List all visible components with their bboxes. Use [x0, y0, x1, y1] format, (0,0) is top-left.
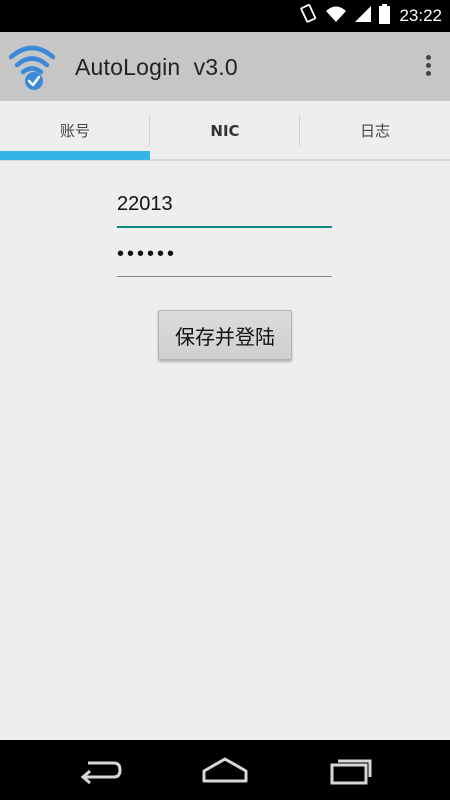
recents-icon[interactable]	[326, 753, 376, 787]
save-and-login-button[interactable]: 保存并登陆	[158, 310, 292, 360]
tab-nic[interactable]: NIC	[150, 101, 300, 160]
tab-log[interactable]: 日志	[300, 101, 450, 160]
username-input[interactable]	[117, 186, 332, 222]
tab-label: 账号	[59, 122, 90, 140]
status-time: 23:22	[399, 6, 442, 25]
status-icons: 23:22	[298, 0, 442, 32]
tab-selected-indicator	[0, 151, 150, 160]
wifi-icon	[325, 5, 347, 27]
username-underline	[117, 226, 332, 228]
tab-label: 日志	[359, 122, 390, 140]
back-icon[interactable]	[76, 753, 126, 787]
app-title: AutoLogin v3.0	[75, 54, 238, 80]
rotate-icon	[298, 3, 318, 29]
tab-label: NIC	[210, 121, 240, 140]
home-icon[interactable]	[200, 753, 250, 787]
wifi-check-icon	[7, 41, 57, 91]
navigation-bar	[0, 740, 450, 800]
battery-icon	[379, 4, 391, 28]
password-underline	[117, 276, 332, 277]
app-bar: AutoLogin v3.0	[0, 32, 450, 101]
overflow-menu-icon[interactable]	[420, 52, 436, 82]
password-input[interactable]	[117, 236, 332, 272]
signal-icon	[354, 5, 372, 27]
status-bar: 23:22	[0, 0, 450, 32]
